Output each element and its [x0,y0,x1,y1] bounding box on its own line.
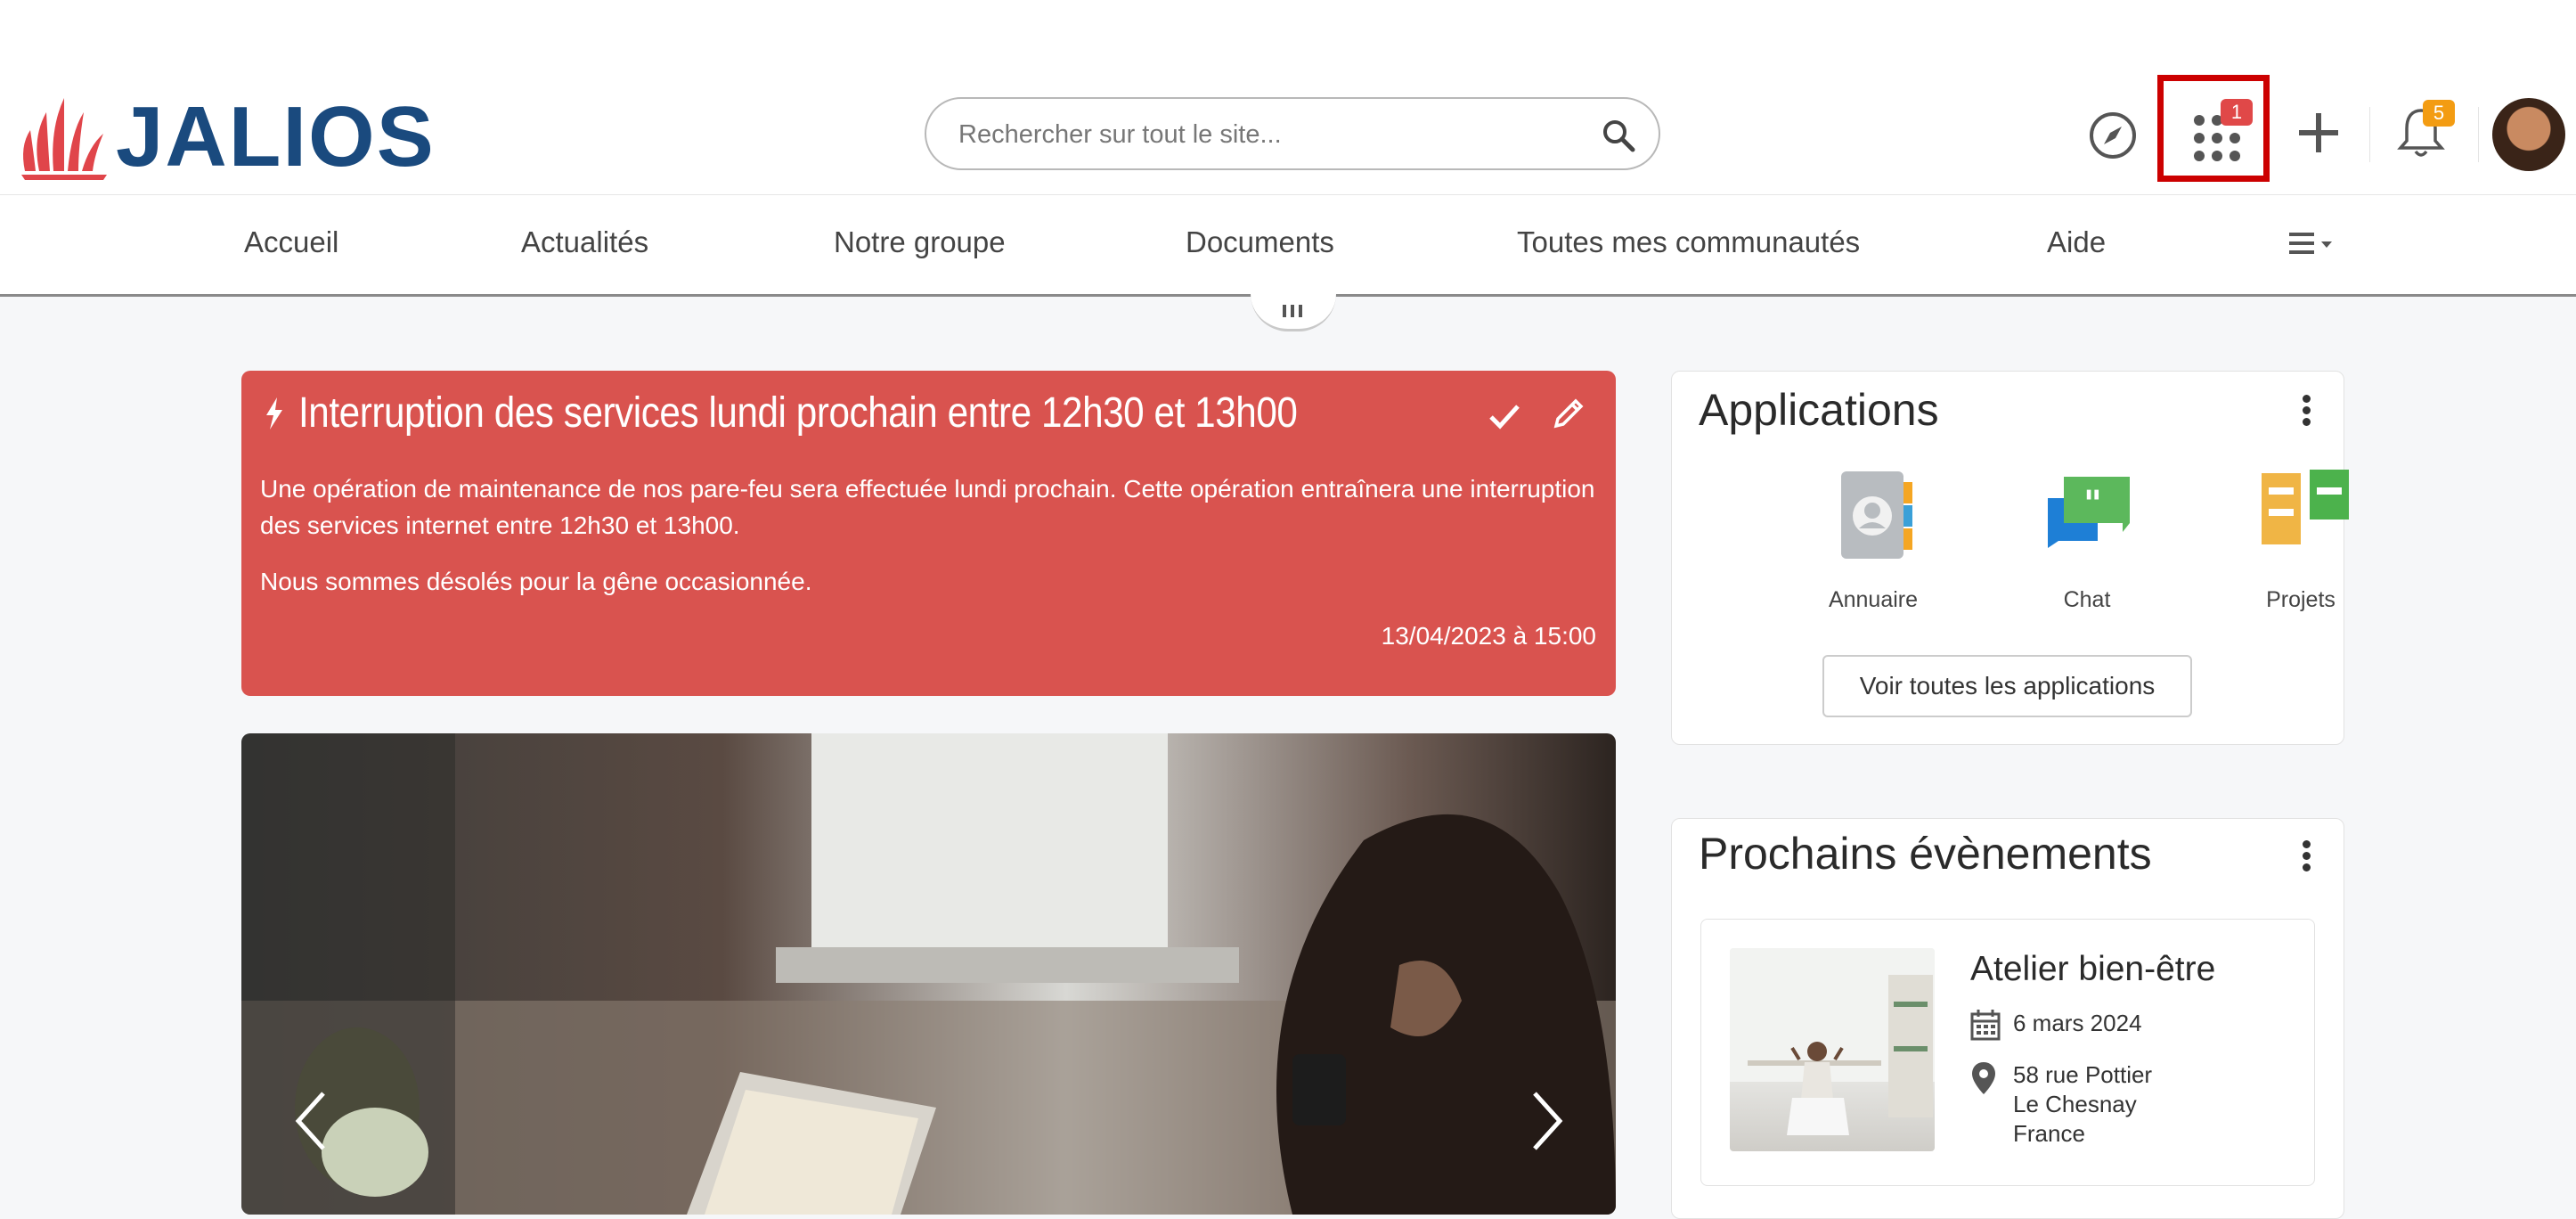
edit-pencil-icon[interactable] [1553,397,1585,430]
event-thumbnail [1730,948,1935,1151]
lightning-icon [266,397,282,430]
alert-paragraph: Nous sommes désolés pour la gêne occasio… [260,568,812,595]
events-title: Prochains évènements [1699,829,2152,879]
alert-date: 13/04/2023 à 15:00 [1381,622,1596,650]
notifications-badge: 5 [2423,100,2455,127]
event-date: 6 mars 2024 [2013,1010,2142,1036]
header: JALIOS 1 5 [0,0,2576,194]
chat-icon: " [2048,477,2130,548]
nav-item-communautes[interactable]: Toutes mes communautés [1517,225,1860,259]
search-input[interactable] [957,111,1584,158]
hero-carousel[interactable] [241,733,1616,1215]
collapse-navigation-handle[interactable] [1251,294,1336,331]
carousel-prev-icon[interactable] [293,1090,329,1152]
event-card[interactable]: Atelier bien-être 6 mars 2024 58 rue Pot… [1700,919,2315,1186]
alert-banner: Interruption des services lundi prochain… [241,371,1616,696]
jalios-logo[interactable]: JALIOS [18,93,434,182]
main-navigation: Accueil Actualités Notre groupe Document… [0,194,2576,297]
header-divider [2369,107,2370,162]
event-title[interactable]: Atelier bien-être [1970,950,2215,989]
search-box[interactable] [925,97,1660,170]
alert-paragraph: Une opération de maintenance de nos pare… [260,475,1595,539]
events-portlet: Prochains évènements Atelier bien-être 6… [1671,818,2344,1219]
carousel-image [241,733,1616,1215]
nav-item-accueil[interactable]: Accueil [244,225,338,259]
more-options-icon[interactable] [2301,840,2311,872]
location-pin-icon [1972,1062,1995,1094]
plus-icon[interactable] [2296,110,2341,155]
event-address: 58 rue Pottier Le Chesnay France [2013,1060,2152,1149]
hamburger-menu-icon[interactable] [2287,229,2341,265]
calendar-icon [1970,1010,2001,1041]
event-address-line: 58 rue Pottier [2013,1061,2153,1088]
header-divider [2478,107,2479,162]
more-options-icon[interactable] [2301,395,2311,427]
alert-title: Interruption des services lundi prochain… [298,389,1298,437]
directory-icon [1841,471,1912,559]
applications-title: Applications [1699,385,1939,435]
check-icon[interactable] [1488,403,1520,430]
app-label: Chat [2063,587,2111,612]
event-address-line: France [2013,1120,2085,1147]
nav-item-documents[interactable]: Documents [1186,225,1334,259]
applications-portlet: Applications Annuaire " Chat Projets Voi… [1671,371,2349,745]
compass-icon[interactable] [2088,110,2138,160]
nav-item-actualites[interactable]: Actualités [521,225,648,259]
projects-icon [2262,470,2349,544]
nav-item-aide[interactable]: Aide [2047,225,2106,259]
user-avatar[interactable] [2492,98,2565,171]
view-all-apps-button[interactable]: Voir toutes les applications [1822,655,2192,717]
apps-badge: 1 [2221,99,2253,126]
nav-item-notre-groupe[interactable]: Notre groupe [834,225,1006,259]
search-icon[interactable] [1600,117,1637,154]
alert-body: Une opération de maintenance de nos pare… [260,470,1596,619]
apps-menu-button[interactable]: 1 [2157,75,2270,182]
carousel-next-icon[interactable] [1529,1090,1565,1152]
app-label: Projets [2266,587,2336,612]
event-address-line: Le Chesnay [2013,1091,2137,1117]
logo-text: JALIOS [116,89,436,184]
svg-text:": " [2083,484,2102,525]
app-label: Annuaire [1828,587,1919,612]
